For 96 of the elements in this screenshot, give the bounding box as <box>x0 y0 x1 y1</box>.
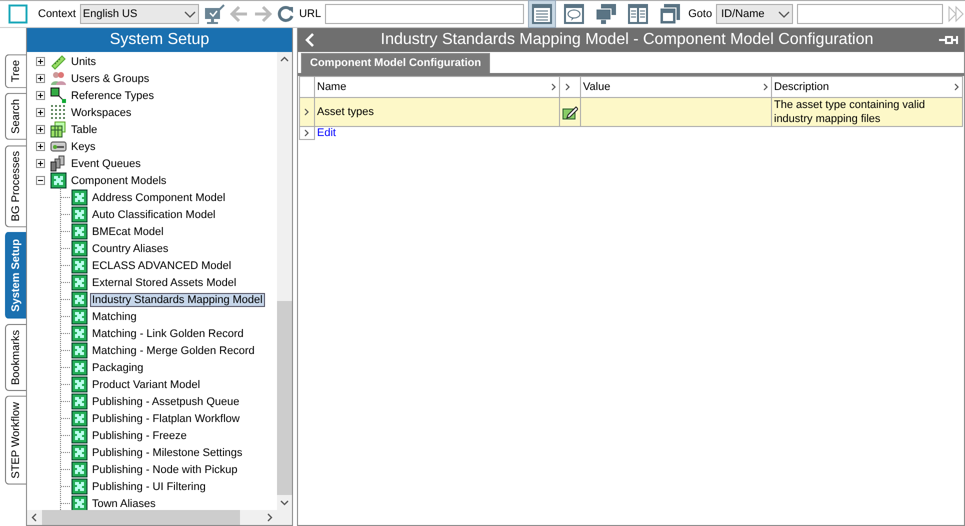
tree-item[interactable]: Publishing - Assetpush Queue <box>90 394 242 408</box>
goto-dropdown[interactable]: ID/Name <box>716 4 793 24</box>
puzzle-icon <box>71 461 88 478</box>
tree-item[interactable]: Publishing - Milestone Settings <box>90 446 244 460</box>
tree-item[interactable]: Town Aliases <box>90 496 158 510</box>
panel-title: System Setup <box>27 28 292 52</box>
tree-item[interactable]: Address Component Model <box>90 190 228 204</box>
tree-item[interactable]: Publishing - Node with Pickup <box>90 462 240 476</box>
side-tab[interactable]: Search <box>5 93 26 140</box>
puzzle-icon <box>71 410 88 427</box>
scrollbar-thumb[interactable] <box>42 510 240 525</box>
url-field[interactable] <box>325 4 524 24</box>
puzzle-icon <box>71 189 88 206</box>
tree-item[interactable]: BMEcat Model <box>90 224 166 238</box>
column-header: Description <box>774 81 830 93</box>
expand-toggle[interactable] <box>36 74 45 83</box>
context-dropdown[interactable]: English US <box>80 4 200 24</box>
tree-item[interactable]: Auto Classification Model <box>90 208 218 222</box>
tree-item[interactable]: Workspaces <box>69 106 134 120</box>
table-cell: The asset type containing valid industry mapping files <box>774 99 926 125</box>
puzzle-icon <box>71 325 88 342</box>
puzzle-icon <box>71 342 88 359</box>
context-label: Context <box>38 8 76 20</box>
tree-item[interactable]: Publishing - UI Filtering <box>90 480 208 494</box>
puzzle-icon <box>50 172 67 189</box>
column-header: Value <box>583 81 610 93</box>
puzzle-icon <box>71 478 88 495</box>
dot-grid-icon <box>50 104 67 121</box>
tree-item[interactable]: Event Queues <box>69 156 143 170</box>
puzzle-icon <box>71 240 88 257</box>
screens-icon[interactable] <box>594 2 618 26</box>
users-icon <box>50 70 67 87</box>
puzzle-icon <box>71 359 88 376</box>
refresh-icon[interactable] <box>277 5 296 23</box>
puzzle-icon <box>71 308 88 325</box>
tree-item[interactable]: Users & Groups <box>69 72 152 86</box>
tree-item[interactable]: Reference Types <box>69 88 156 102</box>
column-header: Name <box>317 81 346 93</box>
puzzle-icon <box>71 393 88 410</box>
puzzle-icon <box>71 444 88 461</box>
tree-item[interactable]: Matching - Link Golden Record <box>90 326 246 340</box>
tree-item[interactable]: Matching <box>90 310 139 324</box>
tree-item[interactable]: Packaging <box>90 360 146 374</box>
puzzle-icon <box>71 291 88 308</box>
side-tab[interactable]: Bookmarks <box>5 324 26 392</box>
expand-toggle[interactable] <box>36 125 45 134</box>
tree-item[interactable]: ECLASS ADVANCED Model <box>90 258 234 272</box>
columns-view-icon[interactable] <box>626 2 650 26</box>
puzzle-icon <box>71 257 88 274</box>
expand-toggle[interactable] <box>36 159 45 168</box>
tree-item[interactable]: Component Models <box>69 174 168 188</box>
side-tab[interactable]: System Setup <box>5 232 26 320</box>
goto-field[interactable] <box>796 4 943 24</box>
monitor-icon[interactable] <box>203 4 226 24</box>
expand-toggle[interactable] <box>36 142 45 151</box>
reference-icon <box>50 87 67 104</box>
side-tab[interactable]: BG Processes <box>5 145 26 228</box>
table-icon <box>50 121 67 138</box>
numbered-page-icon[interactable] <box>658 2 682 26</box>
tree-item[interactable]: Industry Standards Mapping Model <box>90 292 265 306</box>
tree-item[interactable]: Publishing - Freeze <box>90 428 189 442</box>
tree-item[interactable]: Product Variant Model <box>90 378 202 392</box>
tab[interactable]: Component Model Configuration <box>301 53 490 73</box>
tree-item[interactable]: Matching - Merge Golden Record <box>90 344 257 358</box>
puzzle-icon <box>71 274 88 291</box>
side-tab[interactable]: STEP Workflow <box>5 396 26 485</box>
list-view-icon[interactable] <box>530 2 554 26</box>
tree-item[interactable]: Keys <box>69 140 98 154</box>
edit-link[interactable]: Edit <box>317 127 336 140</box>
puzzle-icon <box>71 376 88 393</box>
scrollbar-thumb[interactable] <box>277 301 292 495</box>
goto-label: Goto <box>688 8 712 20</box>
tree-item[interactable]: Units <box>69 54 98 68</box>
tree-item[interactable]: Publishing - Flatplan Workflow <box>90 412 242 426</box>
collapse-toggle[interactable] <box>36 176 45 185</box>
table-cell: Asset types <box>317 106 374 118</box>
puzzle-icon <box>71 206 88 223</box>
expand-toggle[interactable] <box>36 57 45 66</box>
expand-toggle[interactable] <box>36 108 45 117</box>
pin-icon[interactable] <box>938 33 958 47</box>
tree-item[interactable]: Country Aliases <box>90 242 170 256</box>
puzzle-icon <box>71 223 88 240</box>
url-label: URL <box>299 8 322 20</box>
edit-icon[interactable] <box>562 104 578 120</box>
side-tab[interactable]: Tree <box>5 54 26 88</box>
panel-title: Industry Standards Mapping Model - Component Model Configuration <box>380 31 874 49</box>
tree-item[interactable]: External Stored Assets Model <box>90 276 238 290</box>
app-logo-icon <box>8 4 28 24</box>
back-chevron-icon[interactable] <box>304 32 316 48</box>
expand-toggle[interactable] <box>36 91 45 100</box>
speech-bubble-icon[interactable] <box>562 2 586 26</box>
puzzle-icon <box>71 427 88 444</box>
stacked-boxes-icon <box>50 155 67 172</box>
puzzle-icon <box>71 495 88 510</box>
tree-item[interactable]: Table <box>69 122 100 136</box>
ruler-icon <box>50 53 67 70</box>
